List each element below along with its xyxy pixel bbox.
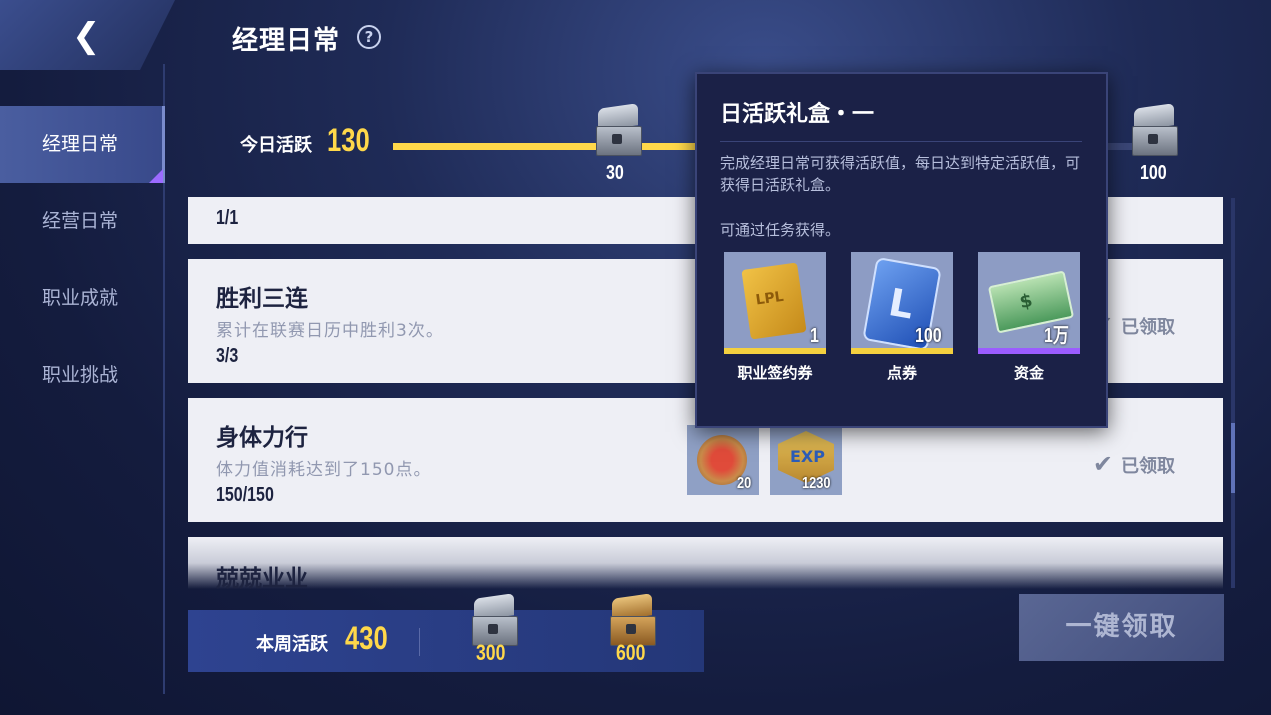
sidebar-item-career-challenge[interactable]: 职业挑战	[0, 337, 165, 414]
weekly-activity-value: 430	[345, 620, 388, 656]
weekly-activity-panel: 本周活跃 430 300 600	[188, 593, 704, 672]
item-label: 点券	[886, 364, 917, 382]
weekly-chest-600[interactable]	[606, 593, 662, 646]
daily-activity-label: 今日活跃	[240, 135, 312, 156]
task-progress: 3/3	[216, 345, 239, 367]
item-label: 资金	[1013, 364, 1044, 382]
task-progress: 150/150	[216, 484, 274, 506]
item-qty: 100	[914, 325, 942, 347]
question-circle-icon[interactable]: ?	[357, 25, 381, 49]
tooltip-desc: 完成经理日常可获得活跃值，每日达到特定活跃值，可获得日活跃礼盒。	[720, 154, 1081, 194]
claimed-label: 已领取	[1121, 456, 1175, 477]
sidebar-item-career-achievement[interactable]: 职业成就	[0, 260, 165, 337]
weekly-milestone-label: 600	[616, 640, 646, 665]
reward-qty: 1230	[802, 475, 831, 492]
exp-badge-text: EXP	[790, 447, 825, 466]
daily-chest-100[interactable]	[1128, 103, 1180, 156]
item-qty: 1	[809, 325, 819, 347]
task-row: 兢兢业业	[188, 537, 1223, 592]
task-name: 身体力行	[216, 425, 308, 451]
tooltip-sub: 可通过任务获得。	[720, 221, 841, 239]
reward-qty: 20	[737, 475, 752, 492]
sidebar: 经理日常 经营日常 职业成就 职业挑战	[0, 106, 165, 414]
claimed-status: ✔ 已领取	[1093, 450, 1175, 478]
daily-activity-value: 130	[327, 122, 370, 158]
page-title: 经理日常	[232, 26, 341, 56]
back-button[interactable]: ❮	[0, 0, 175, 70]
task-name: 兢兢业业	[216, 566, 308, 592]
daily-milestone-label: 30	[606, 162, 624, 184]
item-qty: 1万	[1043, 325, 1069, 347]
reward-item-cash[interactable]: $ 1万 资金	[978, 252, 1080, 383]
tooltip-title: 日活跃礼盒・一	[720, 102, 875, 127]
chevron-left-icon: ❮	[72, 16, 101, 56]
task-desc: 累计在联赛日历中胜利3次。	[216, 321, 444, 341]
sidebar-item-operation-daily[interactable]: 经营日常	[0, 183, 165, 260]
reward-tooltip: 日活跃礼盒・一 完成经理日常可获得活跃值，每日达到特定活跃值，可获得日活跃礼盒。…	[695, 72, 1108, 428]
reward-item-coupon[interactable]: L 100 点券	[851, 252, 953, 383]
reward-exp[interactable]: EXP 1230	[770, 425, 842, 495]
reward-stamina[interactable]: 20	[687, 425, 759, 495]
reward-item-contract[interactable]: LPL 1 职业签约券	[724, 252, 826, 383]
sidebar-item-manager-daily[interactable]: 经理日常	[0, 106, 165, 183]
ticket-text: LPL	[754, 288, 785, 309]
task-progress: 1/1	[216, 207, 239, 229]
daily-milestone-label: 100	[1140, 162, 1167, 184]
weekly-milestone-label: 300	[476, 640, 506, 665]
claim-all-button[interactable]: 一键领取	[1019, 594, 1224, 661]
scrollbar[interactable]	[1231, 198, 1235, 588]
item-label: 职业签约券	[737, 364, 813, 382]
contract-ticket-icon: LPL	[741, 262, 807, 340]
weekly-chest-300[interactable]	[468, 593, 524, 646]
claimed-label: 已领取	[1121, 317, 1175, 338]
check-icon: ✔	[1092, 450, 1113, 478]
coupon-text: L	[885, 280, 917, 328]
daily-chest-30[interactable]	[592, 103, 644, 156]
task-name: 胜利三连	[216, 286, 308, 312]
weekly-activity-label: 本周活跃	[256, 634, 328, 655]
cash-text: $	[1017, 289, 1035, 314]
daily-progress-fill	[393, 143, 747, 150]
task-desc: 体力值消耗达到了150点。	[216, 460, 432, 480]
